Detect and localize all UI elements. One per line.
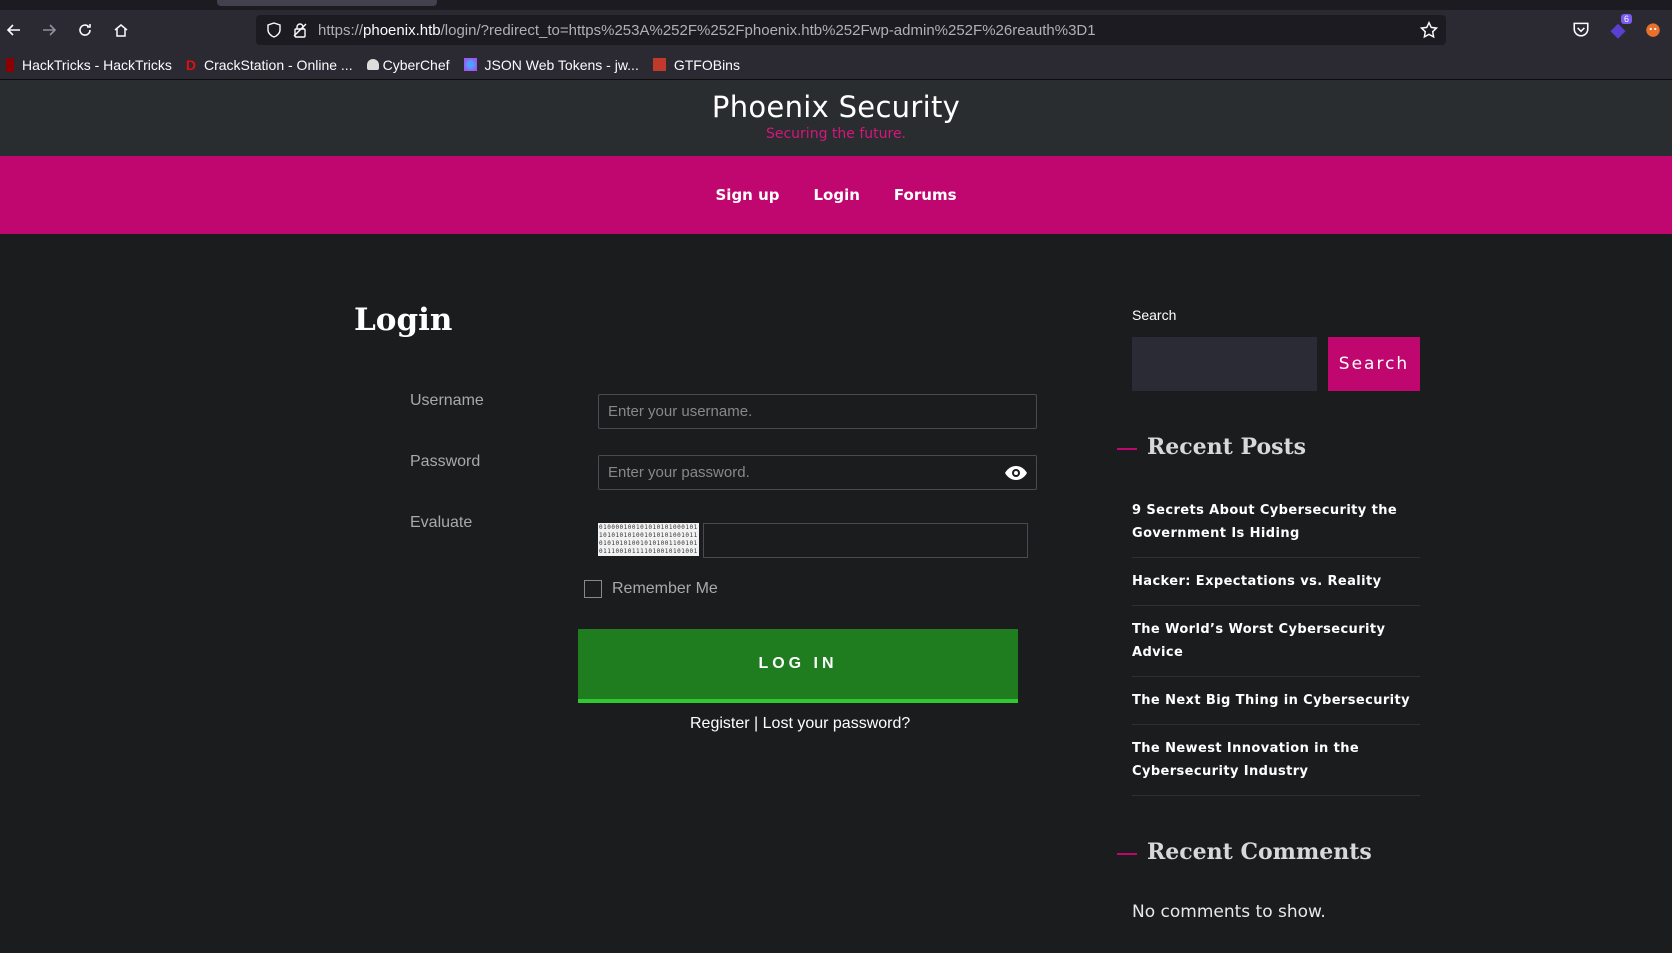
heading-accent: [1117, 448, 1137, 450]
no-comments-text: No comments to show.: [1132, 902, 1326, 922]
show-password-eye-icon[interactable]: [1004, 465, 1028, 485]
username-placeholder: Enter your username.: [608, 403, 753, 420]
shield-icon[interactable]: [266, 22, 282, 43]
crackstation-favicon-icon: D: [185, 56, 196, 73]
url-text[interactable]: https://phoenix.htb/login/?redirect_to=h…: [318, 22, 1096, 39]
password-label: Password: [410, 453, 481, 470]
sidebar-search-input[interactable]: [1132, 337, 1317, 391]
url-prefix: https://: [318, 22, 364, 39]
nav-forums-link[interactable]: Forums: [894, 186, 957, 204]
bookmark-crackstation[interactable]: D CrackStation - Online ...: [186, 57, 353, 73]
gtfobins-favicon-icon: [652, 58, 666, 71]
pocket-icon[interactable]: [1572, 20, 1592, 40]
password-input[interactable]: Enter your password.: [598, 455, 1037, 490]
bookmarks-toolbar: HackTricks - HackTricks D CrackStation -…: [0, 50, 1672, 80]
recent-post-link[interactable]: The World’s Worst Cybersecurity Advice: [1132, 606, 1420, 677]
bookmark-gtfobins[interactable]: GTFOBins: [652, 56, 740, 73]
recent-post-link[interactable]: Hacker: Expectations vs. Reality: [1132, 558, 1420, 606]
bookmark-label: GTFOBins: [673, 56, 740, 73]
remember-me-checkbox[interactable]: [584, 580, 602, 598]
lock-icon[interactable]: [292, 22, 308, 43]
nav-login-link[interactable]: Login: [814, 186, 860, 204]
bookmark-label: CrackStation - Online ...: [203, 56, 353, 73]
site-header: Phoenix Security Securing the future.: [0, 80, 1672, 156]
recent-posts-heading: Recent Posts: [1117, 434, 1306, 460]
bookmark-label: HackTricks - HackTricks: [22, 56, 172, 73]
recent-posts-title: Recent Posts: [1147, 434, 1307, 460]
tab-strip: [0, 0, 1672, 10]
username-input[interactable]: Enter your username.: [598, 394, 1037, 429]
site-tagline: Securing the future.: [765, 126, 907, 142]
extension-icon[interactable]: 6: [1608, 14, 1632, 40]
nav-signup-link[interactable]: Sign up: [716, 186, 780, 204]
captcha-image: 0100001001010101010001011010101010010101…: [598, 523, 699, 556]
hacktricks-favicon-icon: [6, 57, 14, 72]
extension-badge: 6: [1620, 14, 1632, 24]
home-icon[interactable]: [107, 16, 135, 44]
recent-post-link[interactable]: 9 Secrets About Cybersecurity the Govern…: [1132, 499, 1420, 558]
lost-password-link[interactable]: Lost your password?: [763, 715, 911, 732]
register-link[interactable]: Register: [690, 715, 750, 732]
password-placeholder: Enter your password.: [608, 464, 750, 481]
reload-icon[interactable]: [71, 16, 99, 44]
remember-me[interactable]: Remember Me: [584, 580, 718, 598]
bookmark-hacktricks[interactable]: HackTricks - HackTricks: [6, 57, 172, 73]
captcha-label: Evaluate: [410, 514, 473, 531]
back-icon[interactable]: [0, 16, 28, 44]
bookmark-star-icon[interactable]: [1419, 20, 1439, 44]
url-host: phoenix.htb: [363, 22, 441, 39]
bookmark-label: JSON Web Tokens - jw...: [484, 56, 639, 73]
main-content: Login Username Enter your username. Pass…: [0, 234, 1672, 952]
url-bar[interactable]: https://phoenix.htb/login/?redirect_to=h…: [256, 15, 1446, 45]
browser-toolbar: https://phoenix.htb/login/?redirect_to=h…: [0, 10, 1672, 50]
url-path: /login/?redirect_to=https%253A%252F%252F…: [440, 22, 1096, 39]
recent-comments-title: Recent Comments: [1147, 839, 1372, 865]
active-tab[interactable]: [217, 0, 437, 6]
link-separator: |: [754, 715, 759, 732]
sidebar-search-label: Search: [1132, 307, 1177, 323]
login-links: Register | Lost your password?: [690, 715, 910, 733]
forward-icon[interactable]: [35, 16, 63, 44]
remember-me-label: Remember Me: [612, 580, 718, 597]
bookmark-cyberchef[interactable]: CyberChef: [366, 56, 450, 73]
sidebar-search-button[interactable]: Search: [1328, 337, 1420, 391]
page-title: Login: [354, 302, 453, 338]
recent-posts-list: 9 Secrets About Cybersecurity the Govern…: [1132, 499, 1420, 796]
heading-accent: [1117, 853, 1137, 855]
captcha-input[interactable]: [703, 523, 1028, 558]
jwt-favicon-icon: [463, 58, 477, 71]
site-title[interactable]: Phoenix Security: [0, 90, 1672, 124]
primary-nav: Sign up Login Forums: [0, 156, 1672, 234]
cyberchef-favicon-icon: [366, 59, 379, 70]
bookmark-label: CyberChef: [382, 56, 450, 73]
fox-extension-icon[interactable]: [1644, 20, 1664, 40]
bookmark-jwt[interactable]: JSON Web Tokens - jw...: [463, 56, 639, 73]
recent-comments-heading: Recent Comments: [1117, 839, 1372, 865]
login-button[interactable]: LOG IN: [578, 629, 1018, 703]
recent-post-link[interactable]: The Next Big Thing in Cybersecurity: [1132, 677, 1420, 725]
username-label: Username: [410, 392, 484, 409]
recent-post-link[interactable]: The Newest Innovation in the Cybersecuri…: [1132, 725, 1420, 796]
